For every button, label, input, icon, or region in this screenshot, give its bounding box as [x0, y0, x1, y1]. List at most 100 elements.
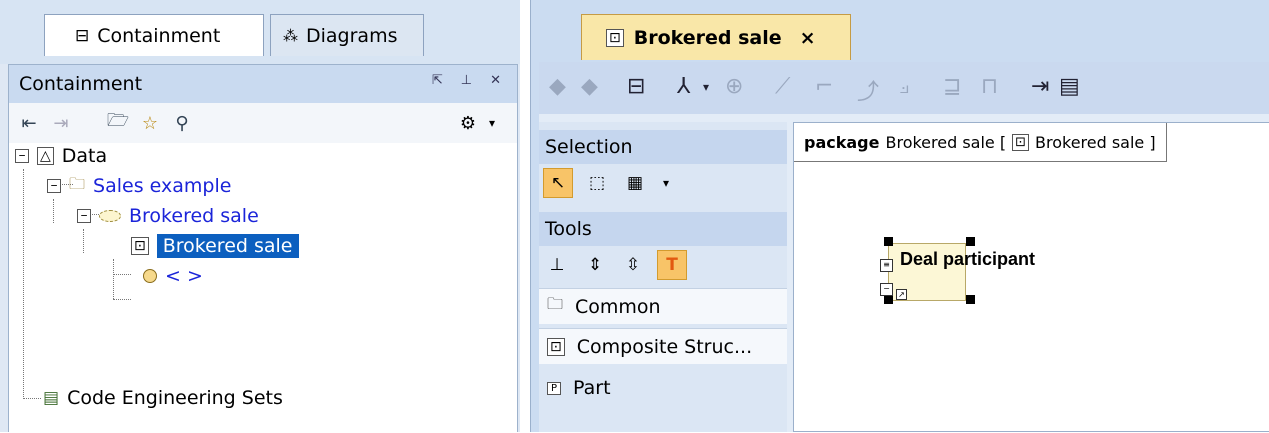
composite-structure-diagram-icon: ⊡	[131, 237, 149, 255]
chevron-down-icon[interactable]: ▾	[703, 80, 709, 94]
tree-node-brokered-sale-collaboration[interactable]: − Brokered sale	[77, 201, 259, 231]
tree-node-brokered-sale-diagram[interactable]: ⊡ Brokered sale	[131, 231, 299, 261]
path-style-icon[interactable]: ⊕	[725, 74, 743, 99]
tab-diagrams-label: Diagrams	[306, 24, 398, 47]
tab-title: Brokered sale	[633, 26, 782, 49]
palette-section-tools[interactable]: Tools	[539, 212, 787, 246]
containment-tree-icon: ⊟	[75, 25, 90, 46]
diagram-canvas[interactable]: package Brokered sale [ ⊡ Brokered sale …	[793, 122, 1269, 432]
diagram-frame-header: package Brokered sale [ ⊡ Brokered sale …	[794, 123, 1167, 162]
marquee-select-icon[interactable]: ⬚	[583, 169, 611, 197]
diagram-toolbar: ◆ ◆ ⊟ ⅄ ▾ ⊕ ⟋ ⌐ ⤴ ⟓ ⊒ ⊓ ⇥ ▤	[539, 62, 1269, 114]
diagram-palette: Selection ↖ ⬚ ▦ ▾ Tools ⊥ ⇕ ⇳ T 🗀 Common	[539, 122, 787, 432]
oblique-path-icon[interactable]: ⟋	[775, 74, 790, 99]
expand-all-icon[interactable]: ⇥	[49, 111, 73, 135]
section-label: Selection	[545, 136, 633, 158]
palette-group-composite-structure[interactable]: ⊡ Composite Struc...	[539, 328, 787, 364]
tree-node-code-engineering-sets[interactable]: ▤ Code Engineering Sets	[43, 383, 283, 413]
diagrams-icon: ⁂	[283, 26, 298, 45]
selection-tools-row: ↖ ⬚ ▦ ▾	[543, 166, 673, 200]
back-arrow-icon[interactable]: ◆	[549, 74, 566, 99]
pointer-icon[interactable]: ↖	[543, 168, 573, 198]
palette-group-common[interactable]: 🗀 Common	[539, 288, 787, 324]
frame-keyword: package	[804, 132, 880, 152]
panel-title-bar: Containment ⇱ ⊥ ✕	[9, 65, 517, 103]
forward-arrow-icon[interactable]: ◆	[581, 74, 598, 99]
diagram-icon: ⊡	[606, 28, 624, 47]
package-folder-icon: 🗀	[69, 173, 86, 193]
text-tool-icon[interactable]: T	[657, 250, 687, 280]
open-folder-icon[interactable]: 🗁	[105, 110, 131, 135]
spacing-icon[interactable]: ⇳	[619, 251, 647, 279]
favorite-star-icon[interactable]: ☆	[137, 111, 163, 135]
collapse-all-icon[interactable]: ⇤	[17, 111, 41, 135]
tab-containment[interactable]: ⊟ Containment	[44, 14, 264, 56]
containment-panel: Containment ⇱ ⊥ ✕ ⇤ ⇥ 🗁 ☆ ⚲ ⚙ ▾ − △ Data…	[8, 64, 518, 433]
part-icon: P	[547, 381, 562, 395]
chevron-down-icon[interactable]: ▾	[659, 169, 673, 197]
diagram-context-icon: ⊡	[1012, 133, 1029, 151]
folder-icon: 🗀	[547, 294, 564, 313]
model-icon: △	[37, 147, 54, 165]
palette-item-label: Composite Struc...	[576, 335, 753, 358]
gear-icon[interactable]: ⚙	[453, 111, 483, 135]
close-tab-icon[interactable]: ×	[800, 27, 816, 49]
tools-row: ⊥ ⇕ ⇳ T	[543, 248, 687, 282]
code-engineering-icon: ▤	[43, 388, 60, 408]
palette-item-label: Common	[575, 295, 661, 318]
shape-menu-icon[interactable]: ≡	[880, 259, 893, 272]
document-icon[interactable]: ▤	[1059, 74, 1080, 99]
layout-hierarchy-icon[interactable]: ⅄	[677, 74, 690, 99]
frame-context: Brokered sale ]	[1035, 132, 1156, 152]
tree-node-label: Sales example	[93, 175, 232, 197]
insert-icon[interactable]: ⇥	[1031, 74, 1049, 99]
palette-item-part[interactable]: P Part	[539, 370, 787, 406]
browser-toolbar: ⇤ ⇥ 🗁 ☆ ⚲ ⚙ ▾	[9, 103, 517, 143]
collapse-toggle-icon[interactable]: −	[15, 149, 29, 163]
editor-area: ◆ ◆ ⊟ ⅄ ▾ ⊕ ⟋ ⌐ ⤴ ⟓ ⊒ ⊓ ⇥ ▤ Selection ↖ …	[539, 62, 1269, 432]
diagram-editor: ⊡ Brokered sale × ◆ ◆ ⊟ ⅄ ▾ ⊕ ⟋ ⌐ ⤴ ⟓ ⊒ …	[530, 0, 1269, 432]
tab-containment-label: Containment	[97, 24, 221, 47]
tab-brokered-sale[interactable]: ⊡ Brokered sale ×	[581, 14, 851, 60]
element-link-icon[interactable]: ↗	[896, 289, 907, 300]
collapse-toggle-icon[interactable]: −	[47, 179, 61, 193]
composite-structure-icon: ⊡	[547, 337, 565, 356]
resize-handle[interactable]	[966, 295, 975, 304]
tree-node-data[interactable]: − △ Data	[15, 141, 107, 171]
tree-node-label: Data	[61, 145, 108, 167]
containment-tree: − △ Data − 🗀 Sales example − Brokered sa…	[9, 145, 517, 433]
tree-node-label: < >	[165, 265, 203, 287]
arrange-more-icon[interactable]: ⊓	[981, 74, 998, 99]
resize-handle[interactable]	[966, 237, 975, 246]
pin-icon[interactable]: ⊥	[461, 73, 472, 88]
group-select-icon[interactable]: ▦	[621, 169, 649, 197]
align-icon[interactable]: ⇕	[581, 251, 609, 279]
arrange-icon[interactable]: ⊒	[943, 74, 961, 99]
bezier-path-icon[interactable]: ⤴	[857, 74, 879, 106]
panel-title: Containment	[19, 73, 143, 95]
section-label: Tools	[545, 218, 592, 240]
undock-icon[interactable]: ⇱	[432, 73, 443, 88]
resize-handle[interactable]	[884, 237, 893, 246]
chevron-down-icon[interactable]: ▾	[485, 111, 499, 135]
part-name-label: Deal participant	[900, 249, 1036, 269]
containment-tree-icon[interactable]: ⊟	[627, 74, 645, 99]
tree-node-label: Code Engineering Sets	[67, 387, 283, 409]
tree-node-label: Brokered sale	[129, 205, 259, 227]
rectilinear-path-icon[interactable]: ⌐	[815, 74, 833, 99]
path-route-icon[interactable]: ⟓	[899, 74, 909, 99]
resize-handle[interactable]	[884, 295, 893, 304]
collapse-toggle-icon[interactable]: −	[77, 209, 91, 223]
collapse-shape-icon[interactable]: −	[880, 283, 893, 296]
stamp-icon[interactable]: ⊥	[543, 251, 571, 279]
model-browser: ⊟ Containment ⁂ Diagrams Containment ⇱ ⊥…	[0, 0, 520, 433]
search-icon[interactable]: ⚲	[169, 111, 195, 135]
palette-section-selection[interactable]: Selection	[539, 130, 787, 164]
close-icon[interactable]: ✕	[490, 73, 501, 88]
tree-node-sales-example[interactable]: − 🗀 Sales example	[47, 171, 231, 201]
tree-node-anonymous-property[interactable]: < >	[143, 261, 203, 291]
frame-name: Brokered sale [	[885, 132, 1007, 152]
palette-item-label: Part	[573, 377, 611, 399]
browser-tab-strip: ⊟ Containment ⁂ Diagrams	[0, 0, 520, 64]
tab-diagrams[interactable]: ⁂ Diagrams	[270, 14, 424, 56]
